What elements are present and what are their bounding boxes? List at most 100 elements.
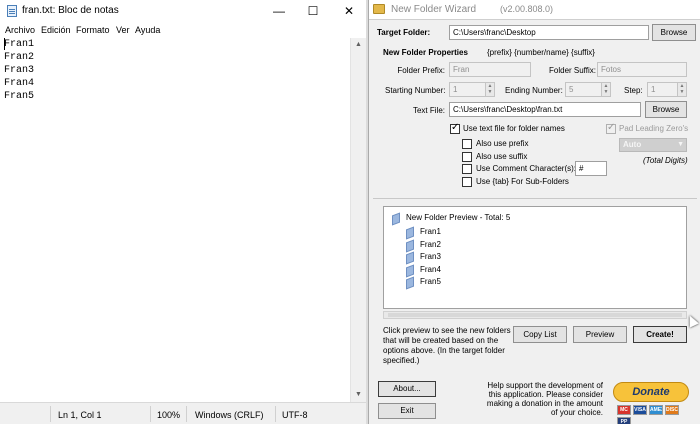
- folder-icon: [406, 240, 414, 249]
- pad-leading-zeros-label: Pad Leading Zero's: [619, 124, 689, 133]
- starting-number-label: Starting Number:: [385, 86, 446, 95]
- suffix-input[interactable]: Fotos: [597, 62, 687, 77]
- new-folder-wizard-window: New Folder Wizard (v2.00.808.0) Target F…: [368, 0, 700, 424]
- text-line: Fran1: [4, 39, 35, 50]
- preview-item-label: Fran4: [420, 265, 441, 274]
- create-button[interactable]: Create!: [633, 326, 687, 343]
- scroll-thumb[interactable]: [388, 313, 682, 317]
- donate-widget[interactable]: Donate MCVISAAMEXDISC PP: [613, 382, 689, 424]
- minimize-button[interactable]: —: [262, 0, 296, 22]
- preview-root-item[interactable]: New Folder Preview - Total: 5: [392, 213, 510, 222]
- menu-ayuda[interactable]: Ayuda: [135, 25, 160, 35]
- status-line-endings: Windows (CRLF): [195, 410, 264, 420]
- ending-number-stepper[interactable]: 5 ▲ ▼: [565, 82, 611, 97]
- suffix-label: Folder Suffix:: [549, 66, 596, 75]
- spinner-arrows-icon[interactable]: ▲ ▼: [677, 83, 686, 96]
- also-use-prefix-checkbox[interactable]: [462, 139, 472, 149]
- support-text: Help support the development of this app…: [486, 381, 603, 417]
- starting-number-value: 1: [453, 85, 458, 94]
- tab-subfolders-checkbox[interactable]: [462, 177, 472, 187]
- donate-button[interactable]: Donate: [613, 382, 689, 402]
- exit-button[interactable]: Exit: [378, 403, 436, 419]
- list-item[interactable]: Fran4: [406, 265, 441, 274]
- preview-item-label: Fran2: [420, 240, 441, 249]
- prefix-label: Folder Prefix:: [397, 66, 445, 75]
- list-item[interactable]: Fran1: [406, 227, 441, 236]
- spinner-arrows-icon[interactable]: ▲ ▼: [601, 83, 610, 96]
- text-file-browse-button[interactable]: Browse: [645, 101, 687, 118]
- folder-icon: [406, 277, 414, 286]
- notepad-text-area[interactable]: Fran1 Fran2 Fran3 Fran4 Fran5: [4, 38, 349, 401]
- copy-list-button[interactable]: Copy List: [513, 326, 567, 343]
- also-use-suffix-label: Also use suffix: [476, 152, 528, 161]
- step-label: Step:: [624, 86, 643, 95]
- folder-icon: [406, 265, 414, 274]
- status-zoom: 100%: [157, 410, 181, 420]
- menu-archivo[interactable]: Archivo: [5, 25, 35, 35]
- starting-number-stepper[interactable]: 1 ▲ ▼: [449, 82, 495, 97]
- prefix-input[interactable]: Fran: [449, 62, 531, 77]
- text-line: Fran3: [4, 65, 35, 76]
- comment-character-checkbox[interactable]: [462, 164, 472, 174]
- menu-ver[interactable]: Ver: [116, 25, 130, 35]
- preview-root-label: New Folder Preview - Total: 5: [406, 213, 511, 222]
- text-line: Fran2: [4, 52, 35, 63]
- paypal-icon: PP: [617, 417, 631, 424]
- payment-cards: MCVISAAMEXDISC PP: [617, 405, 689, 424]
- list-item[interactable]: Fran3: [406, 252, 441, 261]
- text-line: Fran4: [4, 78, 35, 89]
- format-hint: {prefix} {number/name} {suffix}: [487, 48, 595, 57]
- use-text-file-label: Use text file for folder names: [463, 124, 565, 133]
- text-file-input[interactable]: C:\Users\franc\Desktop\fran.txt: [449, 102, 641, 117]
- preview-button[interactable]: Preview: [573, 326, 627, 343]
- total-digits-value: Auto: [623, 140, 642, 149]
- maximize-button[interactable]: ☐: [296, 0, 330, 22]
- menu-edicion[interactable]: Edición: [41, 25, 71, 35]
- visa-icon: VISA: [633, 405, 647, 415]
- about-button[interactable]: About...: [378, 381, 436, 397]
- discover-icon: DISC: [665, 405, 679, 415]
- text-caret: [4, 38, 5, 50]
- preview-item-label: Fran3: [420, 252, 441, 261]
- step-stepper[interactable]: 1 ▲ ▼: [647, 82, 687, 97]
- spinner-arrows-icon[interactable]: ▲ ▼: [485, 83, 494, 96]
- target-folder-label: Target Folder:: [377, 28, 431, 37]
- folder-preview-tree[interactable]: New Folder Preview - Total: 5 Fran1 Fran…: [383, 206, 687, 309]
- folder-icon: [406, 227, 414, 236]
- use-text-file-checkbox[interactable]: [450, 122, 460, 134]
- preview-item-label: Fran1: [420, 227, 441, 236]
- comment-character-label: Use Comment Character(s):: [476, 164, 577, 173]
- status-divider: [50, 406, 51, 422]
- also-use-prefix-label: Also use prefix: [476, 139, 529, 148]
- vertical-scrollbar[interactable]: ▲ ▼: [350, 38, 366, 402]
- preview-item-label: Fran5: [420, 277, 441, 286]
- text-line: Fran5: [4, 91, 35, 102]
- menu-formato[interactable]: Formato: [76, 25, 110, 35]
- target-browse-button[interactable]: Browse: [652, 24, 696, 41]
- step-value: 1: [651, 85, 656, 94]
- folder-icon: [406, 252, 414, 261]
- preview-horizontal-scrollbar[interactable]: [383, 311, 687, 319]
- wizard-version: (v2.00.808.0): [500, 4, 554, 14]
- status-position: Ln 1, Col 1: [58, 410, 102, 420]
- mastercard-icon: MC: [617, 405, 631, 415]
- ending-number-value: 5: [569, 85, 574, 94]
- preview-info-text: Click preview to see the new folders tha…: [383, 326, 511, 365]
- tab-subfolders-label: Use {tab} For Sub-Folders: [476, 177, 569, 186]
- target-folder-input[interactable]: C:\Users\franc\Desktop: [449, 25, 649, 40]
- pad-leading-zeros-checkbox[interactable]: [606, 122, 616, 134]
- status-divider: [186, 406, 187, 422]
- scroll-up-icon[interactable]: ▲: [351, 38, 366, 52]
- close-button[interactable]: ✕: [332, 0, 366, 22]
- comment-character-input[interactable]: #: [575, 161, 607, 176]
- total-digits-select[interactable]: Auto ▼: [619, 138, 687, 152]
- status-divider: [150, 406, 151, 422]
- total-digits-label: (Total Digits): [643, 156, 688, 165]
- scroll-down-icon[interactable]: ▼: [351, 388, 366, 402]
- notepad-statusbar: Ln 1, Col 1 100% Windows (CRLF) UTF-8: [0, 402, 366, 424]
- status-encoding: UTF-8: [282, 410, 308, 420]
- also-use-suffix-checkbox[interactable]: [462, 152, 472, 162]
- list-item[interactable]: Fran5: [406, 277, 441, 286]
- notepad-menubar: Archivo Edición Formato Ver Ayuda: [0, 22, 366, 38]
- list-item[interactable]: Fran2: [406, 240, 441, 249]
